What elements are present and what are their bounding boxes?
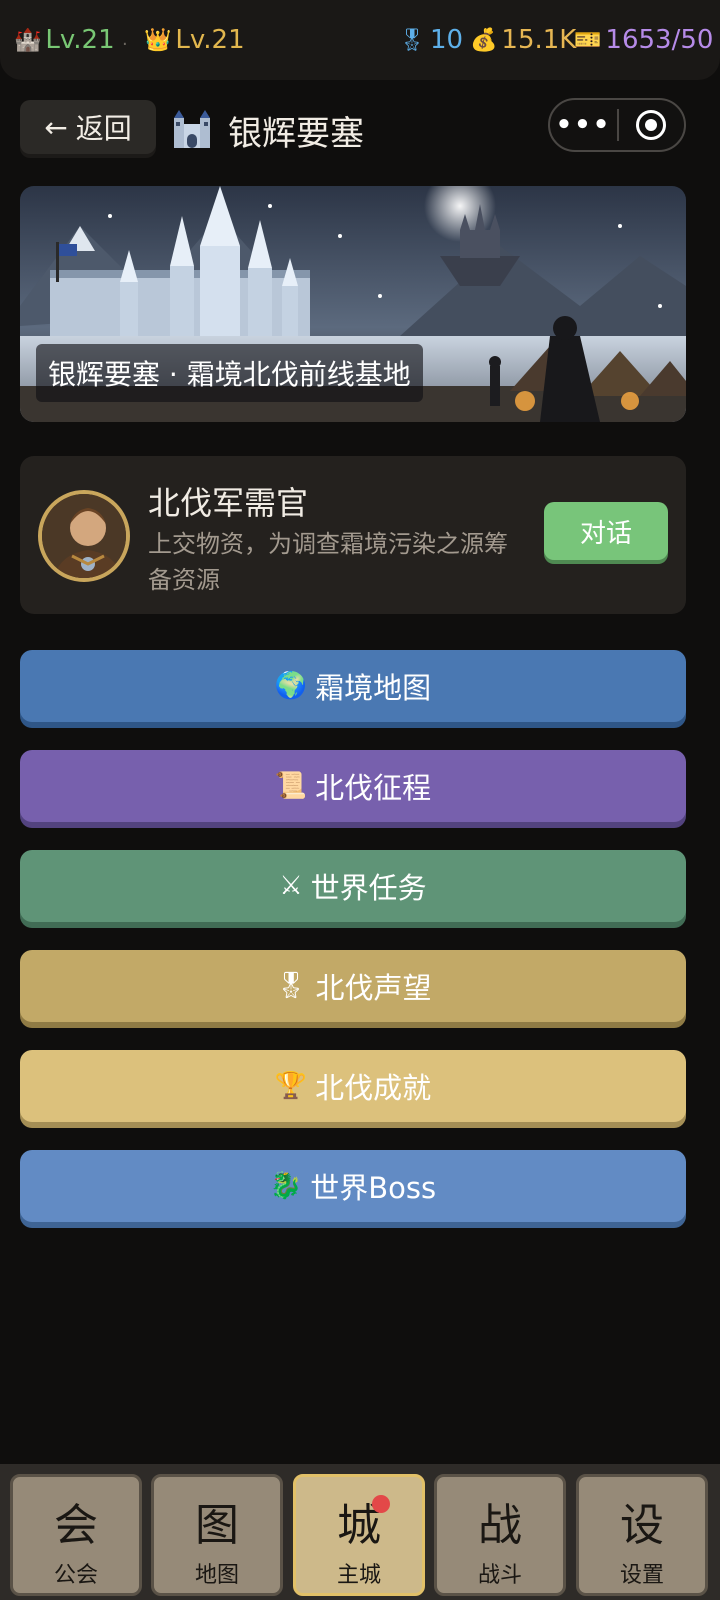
ticket-icon: 🎫 <box>574 27 602 53</box>
reputation-button[interactable]: 🎖 北伐声望 <box>20 950 686 1022</box>
world-quests-button[interactable]: ⚔ 世界任务 <box>20 850 686 922</box>
back-button[interactable]: ← 返回 <box>20 100 156 154</box>
medal-icon: 🎖 <box>274 971 308 1001</box>
nav-settings-label: 设置 <box>619 1563 664 1588</box>
gold-count-value: 15.1K <box>501 25 577 55</box>
nav-guild[interactable]: 会 公会 <box>10 1474 142 1596</box>
crossed-swords-icon: ⚔ <box>279 871 303 901</box>
world-quests-label: 世界任务 <box>310 871 427 905</box>
back-arrow-icon: ← <box>44 110 68 144</box>
world-boss-label: 世界Boss <box>310 1171 437 1205</box>
nav-battle-label: 战斗 <box>477 1563 522 1588</box>
bottom-nav: 会 公会 图 地图 城 主城 战 战斗 设 设置 <box>0 1464 720 1600</box>
nav-map-label: 地图 <box>194 1563 239 1588</box>
frost-map-label: 霜境地图 <box>315 671 432 705</box>
reputation-label: 北伐声望 <box>315 971 432 1005</box>
trophy-icon: 🏆 <box>274 1071 308 1101</box>
dragon-icon: 🐉 <box>269 1171 303 1201</box>
close-program-button[interactable] <box>619 110 684 140</box>
world-boss-button[interactable]: 🐉 世界Boss <box>20 1150 686 1222</box>
target-icon <box>636 110 667 140</box>
page-header: 银辉要塞 <box>170 104 364 156</box>
nav-main-city-label: 主城 <box>336 1563 381 1588</box>
city-icon: 城 <box>337 1500 381 1551</box>
npc-name: 北伐军需官 <box>148 484 309 522</box>
nav-map[interactable]: 图 地图 <box>151 1474 283 1596</box>
location-banner: 银辉要塞 · 霜境北伐前线基地 <box>20 186 686 422</box>
castle-level-value: Lv.21 <box>45 25 115 55</box>
northern-expedition-label: 北伐征程 <box>315 771 432 805</box>
mini-program-capsule: ••• <box>548 98 686 152</box>
crown-level: 👑 Lv.21 <box>144 22 245 58</box>
more-dots-icon: ••• <box>555 110 612 140</box>
energy-count-value: 1653/50 <box>605 25 714 55</box>
frost-map-button[interactable]: 🌍 霜境地图 <box>20 650 686 722</box>
castle-icon: 🏰 <box>14 27 42 53</box>
globe-icon: 🌍 <box>274 671 308 701</box>
medal-icon: 🎖 <box>398 27 426 53</box>
money-bag-icon: 💰 <box>470 27 498 53</box>
castle-icon <box>170 108 214 152</box>
gold-count: 💰 15.1K <box>470 22 576 58</box>
guild-icon: 会 <box>54 1500 98 1551</box>
nav-guild-label: 公会 <box>53 1563 98 1588</box>
scroll-icon: 📜 <box>274 771 308 801</box>
notification-badge <box>372 1495 390 1513</box>
map-icon: 图 <box>195 1500 239 1551</box>
nav-battle[interactable]: 战 战斗 <box>434 1474 566 1596</box>
status-bar: 🏰 Lv.21 · 👑 Lv.21 🎖 10 💰 15.1K 🎫 1653/50 <box>0 0 720 80</box>
castle-level: 🏰 Lv.21 <box>14 22 115 58</box>
achievements-button[interactable]: 🏆 北伐成就 <box>20 1050 686 1122</box>
banner-caption: 银辉要塞 · 霜境北伐前线基地 <box>36 344 423 402</box>
medal-count-value: 10 <box>429 25 464 55</box>
settings-icon: 设 <box>620 1500 664 1551</box>
nav-main-city[interactable]: 城 主城 <box>293 1474 425 1596</box>
battle-icon: 战 <box>478 1500 522 1551</box>
more-options-button[interactable]: ••• <box>550 110 617 140</box>
npc-avatar[interactable] <box>38 490 130 582</box>
status-separator: · <box>122 33 128 55</box>
nav-settings[interactable]: 设 设置 <box>576 1474 708 1596</box>
achievements-label: 北伐成就 <box>315 1071 432 1105</box>
northern-expedition-button[interactable]: 📜 北伐征程 <box>20 750 686 822</box>
energy-count: 🎫 1653/50 <box>574 22 713 58</box>
crown-level-value: Lv.21 <box>175 25 245 55</box>
medal-count: 🎖 10 <box>398 22 463 58</box>
npc-card: 北伐军需官 上交物资，为调查霜境污染之源筹备资源 对话 <box>20 456 686 614</box>
page-title: 银辉要塞 <box>228 113 364 154</box>
talk-button[interactable]: 对话 <box>544 502 668 560</box>
npc-description: 上交物资，为调查霜境污染之源筹备资源 <box>148 530 508 594</box>
back-button-label: 返回 <box>75 112 132 145</box>
crown-icon: 👑 <box>144 27 172 53</box>
